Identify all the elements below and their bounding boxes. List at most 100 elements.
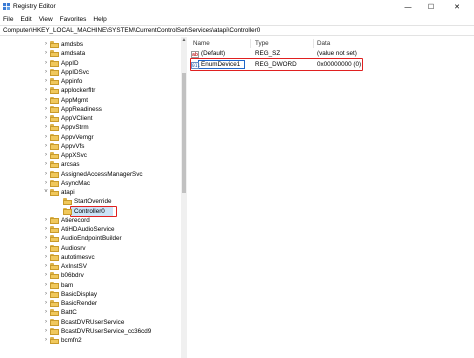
tree-item-basicdisplay[interactable]: › BasicDisplay	[0, 290, 186, 299]
tree-item-appreadiness[interactable]: › AppReadiness	[0, 105, 186, 114]
tree-item-asyncmac[interactable]: › AsyncMac	[0, 179, 186, 188]
folder-icon	[50, 226, 59, 233]
chevron-right-icon[interactable]: ›	[43, 49, 49, 58]
tree-item-autotimesvc[interactable]: › autotimesvc	[0, 253, 186, 262]
folder-body	[50, 70, 59, 76]
column-header-type[interactable]: Type	[255, 40, 269, 47]
menu-file[interactable]: File	[3, 16, 13, 23]
column-header-data[interactable]: Data	[317, 40, 330, 47]
chevron-right-icon[interactable]: ›	[43, 179, 49, 188]
chevron-right-icon[interactable]: ›	[43, 234, 49, 243]
chevron-right-icon[interactable]: ›	[43, 299, 49, 308]
tree-item-bam[interactable]: › bam	[0, 281, 186, 290]
tree-item-amdsata[interactable]: › amdsata	[0, 49, 186, 58]
tree-item-b06bdrv[interactable]: › b06bdrv	[0, 271, 186, 280]
folder-body	[50, 273, 59, 280]
column-divider[interactable]	[313, 39, 314, 48]
chevron-right-icon[interactable]: ›	[43, 262, 49, 271]
chevron-right-icon[interactable]: ›	[43, 216, 49, 225]
tree-item-appidsvc[interactable]: › AppIDSvc	[0, 68, 186, 77]
tree-scrollbar[interactable]	[181, 37, 187, 358]
chevron-right-icon[interactable]: ›	[43, 40, 49, 49]
chevron-right-icon[interactable]: ›	[43, 253, 49, 262]
folder-body	[50, 190, 59, 196]
tree-item-bcastdvruserservice[interactable]: › BcastDVRUserService	[0, 318, 186, 327]
chevron-right-icon[interactable]: ›	[43, 225, 49, 234]
chevron-right-icon[interactable]: ›	[43, 327, 49, 336]
tree-item-appinfo[interactable]: › Appinfo	[0, 77, 186, 86]
tree-item-appvvfs[interactable]: › AppvVfs	[0, 142, 186, 151]
chevron-right-icon[interactable]: ›	[43, 114, 49, 123]
chevron-right-icon[interactable]: ›	[43, 318, 49, 327]
chevron-right-icon[interactable]: ›	[43, 142, 49, 151]
chevron-right-icon[interactable]: ›	[43, 151, 49, 160]
chevron-right-icon[interactable]: ›	[43, 336, 49, 345]
tree-item-label: AxInstSV	[61, 263, 87, 271]
chevron-right-icon[interactable]: ›	[43, 308, 49, 317]
chevron-right-icon[interactable]: ›	[43, 105, 49, 114]
chevron-right-icon[interactable]: ›	[43, 123, 49, 132]
tree-item-audiosrv[interactable]: › Audiosrv	[0, 244, 186, 253]
folder-icon	[50, 263, 59, 270]
scrollbar-thumb[interactable]	[182, 73, 186, 193]
tree-item-bcmfn2[interactable]: › bcmfn2	[0, 336, 186, 345]
tree-item-amdsbs[interactable]: › amdsbs	[0, 40, 186, 49]
address-bar[interactable]: Computer\HKEY_LOCAL_MACHINE\SYSTEM\Curre…	[0, 25, 474, 36]
column-divider[interactable]	[250, 39, 251, 48]
tree-item-arcsas[interactable]: › arcsas	[0, 160, 186, 169]
chevron-right-icon[interactable]: ›	[43, 77, 49, 86]
chevron-right-icon[interactable]: ›	[43, 271, 49, 280]
folder-icon	[50, 96, 59, 104]
tree-item-basicrender[interactable]: › BasicRender	[0, 299, 186, 308]
tree-item-assignedaccessmanagersvc[interactable]: › AssignedAccessManagerSvc	[0, 170, 186, 179]
menu-help[interactable]: Help	[93, 16, 106, 23]
close-button[interactable]: ✕	[447, 0, 467, 14]
tree-item-appid[interactable]: › AppID	[0, 59, 186, 68]
value-name[interactable]: EnumDevice1	[201, 60, 240, 70]
tree-item-label: AudioEndpointBuilder	[61, 235, 122, 243]
tree-item-battc[interactable]: › BattC	[0, 308, 186, 317]
maximize-button[interactable]: ☐	[421, 0, 441, 14]
value-row-enumdevice1[interactable]: 011 EnumDevice1 REG_DWORD 0x00000000 (0)	[188, 60, 474, 70]
tree-item-label: BcastDVRUserService	[61, 318, 125, 326]
tree-item-atapi[interactable]: ˅ atapi	[0, 188, 186, 197]
menu-favorites[interactable]: Favorites	[60, 16, 87, 23]
folder-body	[50, 125, 59, 132]
tree-item-controller0[interactable]: Controller0	[0, 205, 186, 217]
scroll-up-arrow-icon[interactable]: ▲	[181, 37, 187, 43]
registry-editor-app-icon	[3, 3, 10, 10]
tree-item-label: amdsata	[61, 50, 86, 58]
tree-item-appvstrm[interactable]: › AppvStrm	[0, 123, 186, 132]
tree-item-appxsvc[interactable]: › AppXSvc	[0, 151, 186, 160]
folder-icon	[50, 115, 59, 122]
chevron-right-icon[interactable]: ›	[43, 59, 49, 68]
chevron-right-icon[interactable]: ›	[43, 133, 49, 142]
chevron-right-icon[interactable]: ›	[43, 244, 49, 253]
column-header-name[interactable]: Name	[193, 40, 210, 47]
menu-edit[interactable]: Edit	[20, 16, 31, 23]
values-list-pane[interactable]: Name Type Data ab (Default) REG_SZ (valu…	[188, 37, 474, 358]
chevron-down-icon[interactable]: ˅	[43, 188, 49, 197]
tree-item-applockerfltr[interactable]: › applockerfltr	[0, 86, 186, 95]
chevron-right-icon[interactable]: ›	[43, 160, 49, 169]
chevron-right-icon[interactable]: ›	[43, 170, 49, 179]
chevron-right-icon[interactable]: ›	[43, 290, 49, 299]
tree-item-appvvemgr[interactable]: › AppvVemgr	[0, 133, 186, 142]
tree-item-bcastdvruserservice-cc36cd9[interactable]: › BcastDVRUserService_cc36cd9	[0, 327, 186, 336]
minimize-button[interactable]: —	[398, 0, 418, 14]
tree-item-axinstsv[interactable]: › AxInstSV	[0, 262, 186, 271]
tree-item-appmgmt[interactable]: › AppMgmt	[0, 96, 186, 105]
chevron-right-icon[interactable]: ›	[43, 86, 49, 95]
tree-item-label: BasicDisplay	[61, 290, 98, 298]
tree-item-audioendpointbuilder[interactable]: › AudioEndpointBuilder	[0, 234, 186, 243]
chevron-right-icon[interactable]: ›	[43, 68, 49, 77]
chevron-right-icon[interactable]: ›	[43, 96, 49, 105]
key-tree-pane[interactable]: › amdsbs › amdsata › AppID › AppIDSvc › Appinfo › a…	[0, 37, 187, 358]
tree-item-atihdaudioservice[interactable]: › AtiHDAudioService	[0, 225, 186, 234]
tree-item-label: AtiHDAudioService	[61, 226, 115, 234]
tree-item-atierecord[interactable]: › Atierecord	[0, 216, 186, 225]
chevron-right-icon[interactable]: ›	[43, 281, 49, 290]
tree-item-appvclient[interactable]: › AppVClient	[0, 114, 186, 123]
folder-body	[50, 246, 59, 252]
menu-view[interactable]: View	[39, 16, 53, 23]
